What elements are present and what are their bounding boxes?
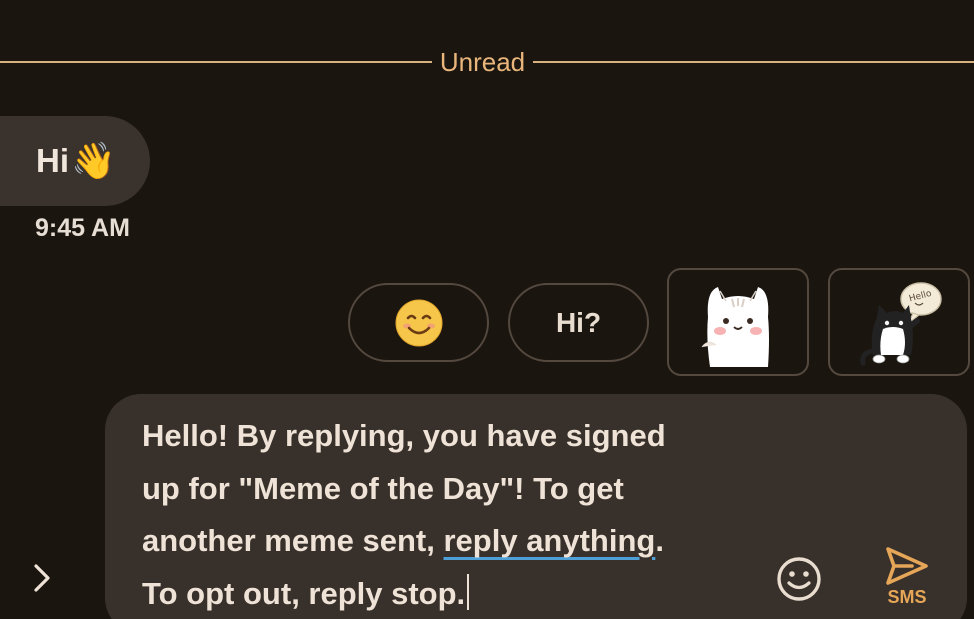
divider-line-right [533,61,974,63]
message-timestamp: 9:45 AM [35,214,130,242]
unread-divider: Unread [0,42,974,82]
waving-hand-emoji: 👋 [71,140,116,181]
compose-text[interactable]: Hello! By replying, you have signed up f… [142,410,732,619]
smart-reply-hi-label: Hi? [555,306,602,338]
divider-line-left [0,61,432,63]
chevron-right-icon [34,564,50,592]
incoming-message-bubble[interactable]: Hi 👋 [0,116,150,206]
compose-link-text[interactable]: reply anything [443,523,655,558]
text-cursor [467,573,470,610]
send-icon [886,547,928,585]
emoji-smiley-icon [777,557,821,601]
expand-attachments-button[interactable] [22,556,62,600]
smart-reply-hi-chip[interactable]: Hi? [508,283,649,362]
send-sms-button[interactable]: SMS [876,545,938,611]
sticker-suggestion-white-cat[interactable] [667,268,809,376]
emoji-picker-button[interactable] [774,554,824,604]
send-sms-label: SMS [887,587,927,607]
smart-reply-emoji-chip[interactable] [348,283,489,362]
sticker-suggestion-tuxedo-cat[interactable]: Hello [828,268,970,376]
incoming-message-text: Hi [36,142,69,179]
unread-label: Unread [439,47,526,77]
white-cat-sticker-icon [701,287,769,367]
tuxedo-cat-hello-sticker-icon: Hello [860,282,942,366]
conversation-screen: Unread Hi 👋 9:45 AM Hi? Hello Hello! By … [0,0,974,619]
message-compose-field[interactable]: Hello! By replying, you have signed up f… [105,394,967,619]
smiling-face-icon [395,299,442,346]
